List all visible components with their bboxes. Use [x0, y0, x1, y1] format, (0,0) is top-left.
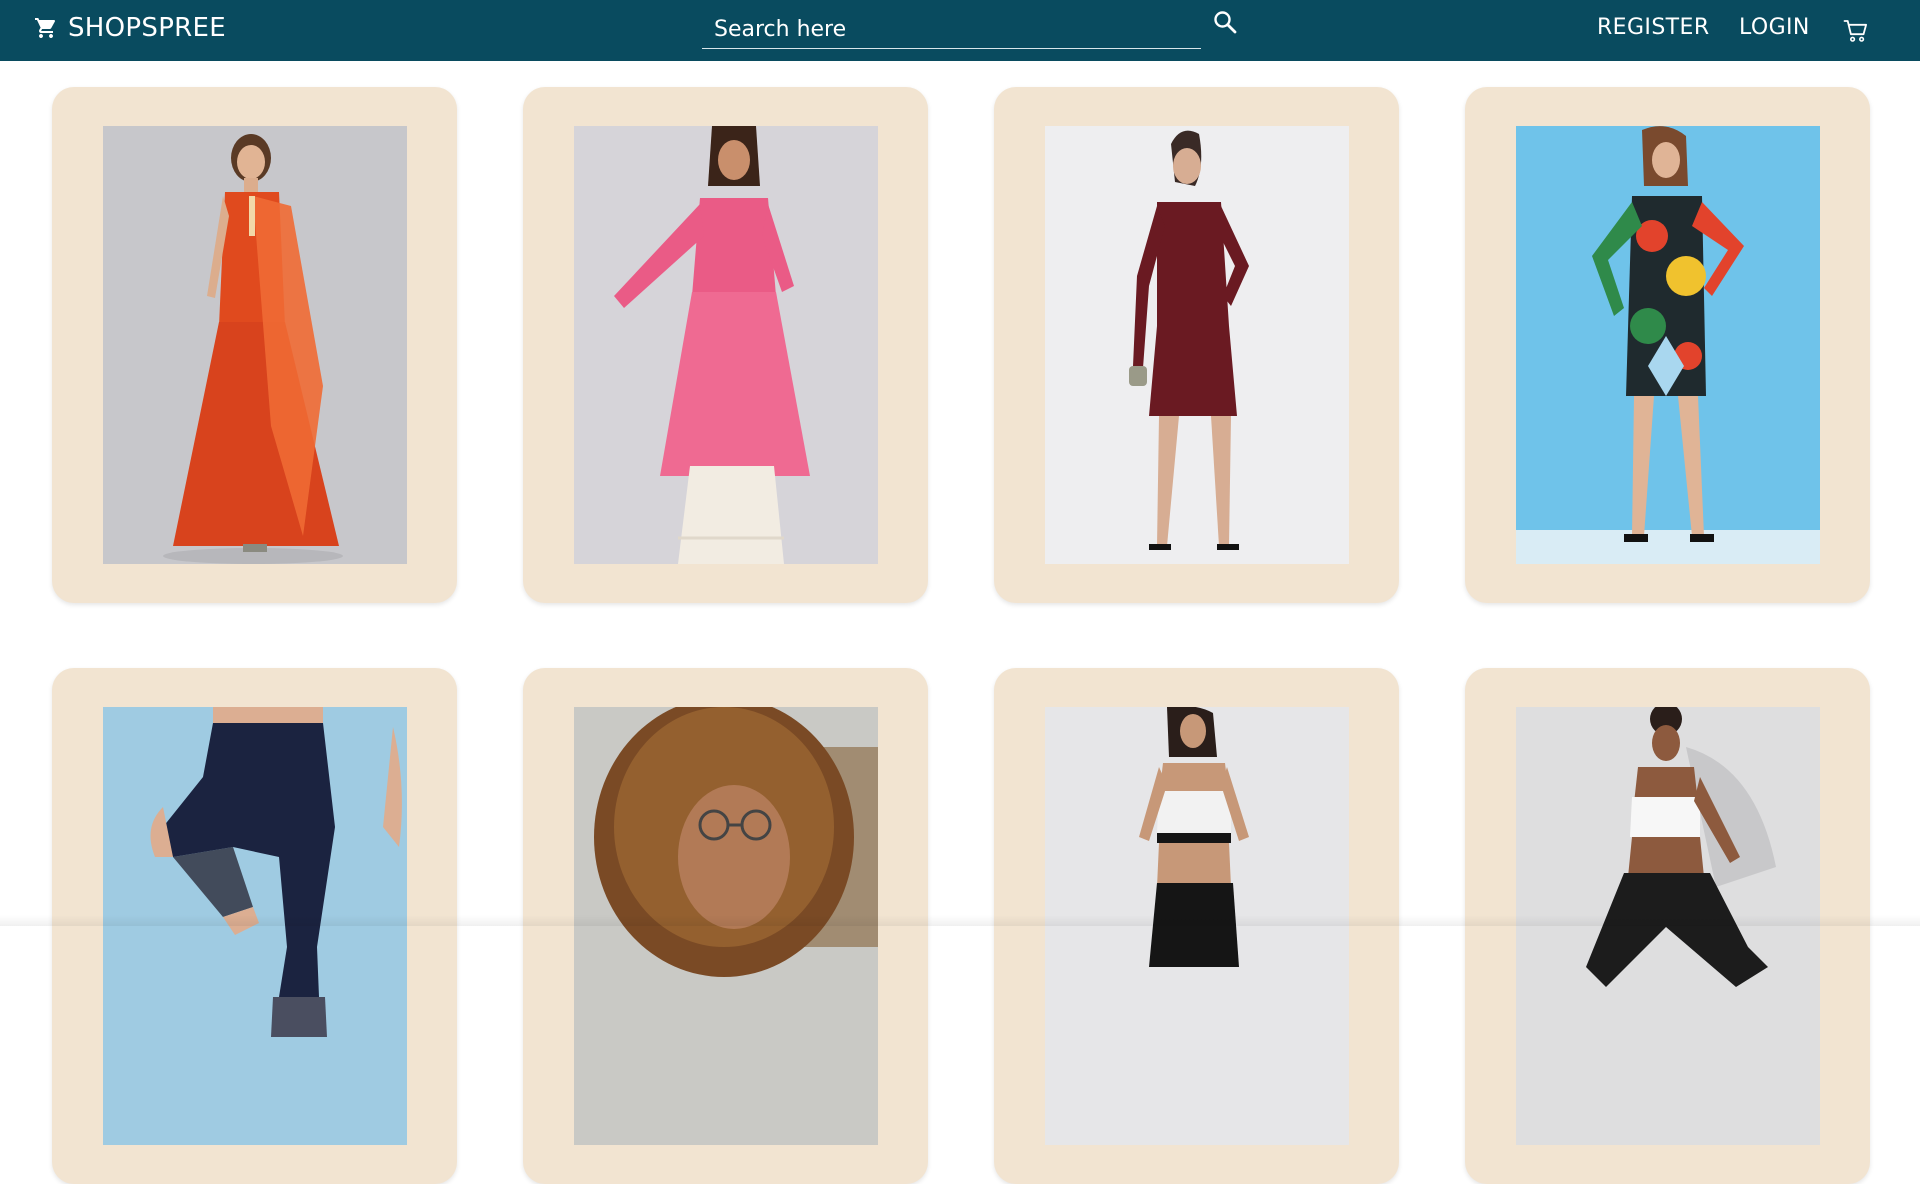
product-image[interactable] [103, 707, 407, 1145]
woman-in-black-white-sports-bra-and-leggings [1045, 707, 1349, 1145]
cart-solid-icon [34, 16, 58, 40]
woman-in-orange-anarkali-with-dupatta [103, 126, 407, 564]
search-icon[interactable] [1212, 9, 1238, 35]
brand-name: SHOPSPREE [68, 13, 227, 43]
product-image[interactable] [574, 126, 878, 564]
legs-in-navy-mesh-leggings [103, 707, 407, 1145]
woman-in-maroon-shimmer-bodycon-dress [1045, 126, 1349, 564]
top-navbar: SHOPSPREE REGISTER LOGIN [0, 0, 1920, 61]
product-card[interactable] [52, 668, 457, 1184]
product-card[interactable] [1465, 87, 1870, 603]
product-card[interactable] [994, 87, 1399, 603]
login-link[interactable]: LOGIN [1739, 12, 1810, 44]
product-card[interactable] [523, 87, 928, 603]
product-card[interactable] [994, 668, 1399, 1184]
product-card[interactable] [1465, 668, 1870, 1184]
woman-in-white-sports-bra-and-black-leggings [1516, 707, 1820, 1145]
product-image[interactable] [1045, 126, 1349, 564]
product-image[interactable] [1516, 707, 1820, 1145]
scroll-edge-shadow [0, 915, 1920, 926]
search-field [702, 10, 1201, 49]
product-image[interactable] [1045, 707, 1349, 1145]
product-image[interactable] [1516, 126, 1820, 564]
product-image[interactable] [103, 126, 407, 564]
product-image[interactable] [574, 707, 878, 1145]
brand-logo[interactable]: SHOPSPREE [34, 12, 226, 44]
cart-outline-icon[interactable] [1843, 18, 1869, 44]
search-input[interactable] [712, 12, 1186, 46]
product-card[interactable] [52, 87, 457, 603]
register-link[interactable]: REGISTER [1597, 12, 1710, 44]
woman-in-tropical-print-long-sleeve-dress [1516, 126, 1820, 564]
woman-with-curly-hair-and-glasses [574, 707, 878, 1145]
woman-in-pink-printed-kurta-with-white-palazzo [574, 126, 878, 564]
product-card[interactable] [523, 668, 928, 1184]
